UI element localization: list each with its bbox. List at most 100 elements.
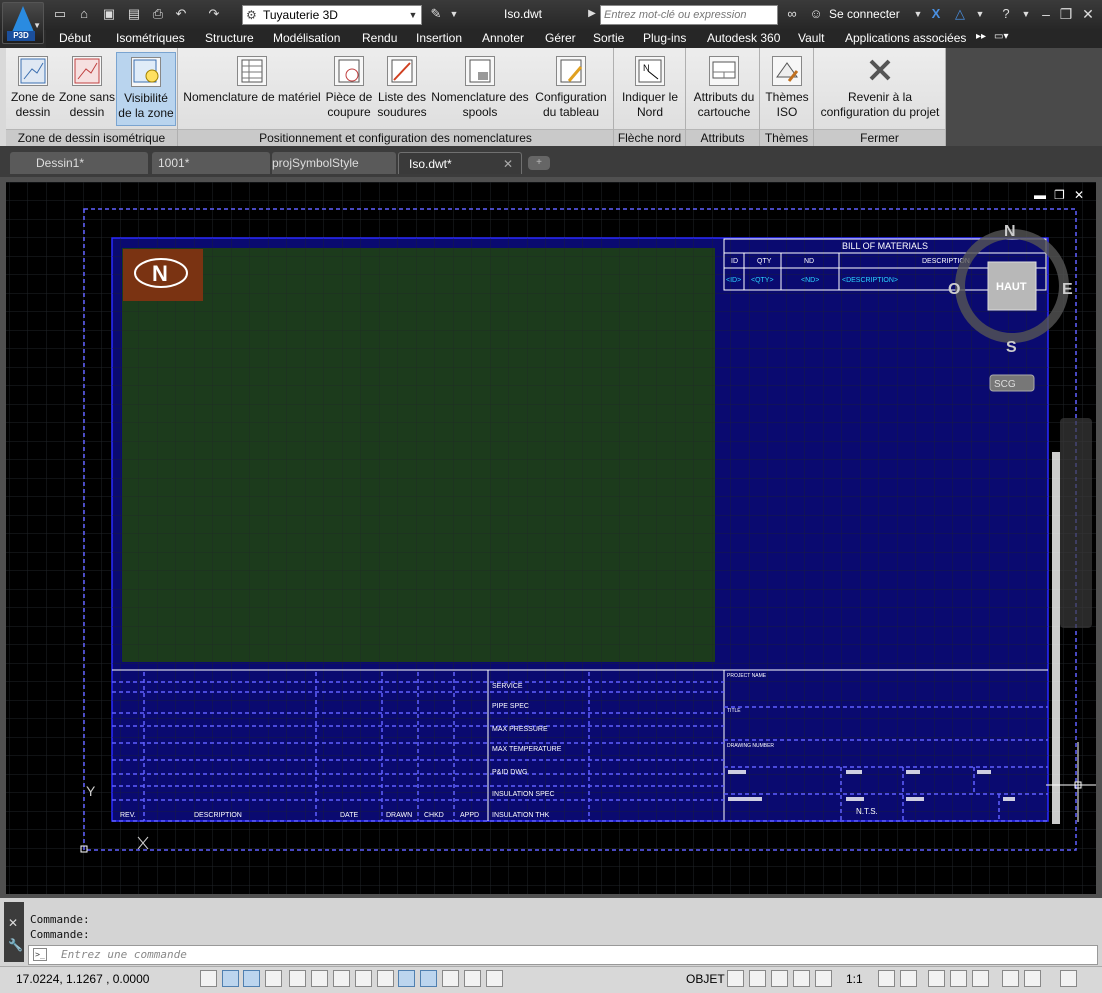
dynamic-ucs-icon[interactable] [377, 970, 394, 987]
quick-view-drawings-icon[interactable] [749, 970, 766, 987]
help-icon[interactable]: ? [998, 6, 1014, 22]
user-icon[interactable]: ☺ [808, 6, 824, 22]
command-input[interactable]: >_ Entrez une commande [28, 945, 1098, 965]
dynamic-input-icon[interactable] [398, 970, 415, 987]
tab-autodesk-360[interactable]: Autodesk 360 [707, 31, 780, 45]
new-file-icon[interactable]: ▭ [52, 6, 68, 22]
binoculars-icon[interactable]: ∞ [784, 6, 800, 22]
lineweight-icon[interactable] [420, 970, 437, 987]
save-as-icon[interactable]: ▤ [126, 6, 142, 22]
hardware-acceleration-icon[interactable] [972, 970, 989, 987]
close-tab-icon[interactable]: ✕ [503, 153, 513, 175]
pan-icon[interactable] [771, 970, 788, 987]
configuration-tableau-button[interactable]: Configuration du tableau [532, 52, 610, 120]
tab-modelisation[interactable]: Modélisation [273, 31, 340, 45]
tab-sortie[interactable]: Sortie [593, 31, 624, 45]
themes-iso-button[interactable]: Thèmes ISO [762, 52, 812, 120]
nomenclature-spools-button[interactable]: Nomenclature des spools [430, 52, 530, 120]
undo-icon[interactable]: ↶ [173, 6, 189, 22]
drawing-canvas[interactable]: N BILL OF MATERIALS ID QTY ND DESCRIPTIO… [6, 182, 1096, 894]
workspace-switch-icon[interactable] [928, 970, 945, 987]
ortho-icon[interactable] [265, 970, 282, 987]
object-snap-tracking-icon[interactable] [355, 970, 372, 987]
zone-de-dessin-button[interactable]: Zone de dessin [8, 52, 58, 120]
chevron-down-icon[interactable]: ▼ [1018, 6, 1034, 22]
tab-structure[interactable]: Structure [205, 31, 254, 45]
grid-icon[interactable] [243, 970, 260, 987]
tab-rendu[interactable]: Rendu [362, 31, 397, 45]
tab-plugins[interactable]: Plug-ins [643, 31, 686, 45]
snap-icon[interactable] [222, 970, 239, 987]
compass-north[interactable]: N [1004, 223, 1016, 240]
compass-east[interactable]: E [1062, 281, 1073, 298]
tab-debut[interactable]: Début [59, 31, 91, 45]
tab-insertion[interactable]: Insertion [416, 31, 462, 45]
liste-soudures-button[interactable]: Liste des soudures [376, 52, 428, 120]
command-line-grip[interactable]: ✕ 🔧 [4, 902, 24, 962]
workspace-select[interactable]: ⚙ Tuyauterie 3D ▼ [242, 5, 422, 25]
close-icon[interactable]: ✕ [1078, 4, 1098, 24]
chevron-down-icon[interactable]: ▼ [972, 6, 988, 22]
redo-icon[interactable]: ↷ [206, 6, 222, 22]
transparency-icon[interactable] [442, 970, 459, 987]
viewcube-face[interactable]: HAUT [996, 281, 1027, 293]
file-tab[interactable]: projSymbolStyle [272, 152, 396, 174]
annotation-visibility-icon[interactable] [878, 970, 895, 987]
indiquer-nord-button[interactable]: N Indiquer le Nord [618, 52, 682, 120]
zoom-icon[interactable] [793, 970, 810, 987]
wcs-menu[interactable]: SCG [994, 379, 1016, 390]
viewport-minimize-icon[interactable]: ▬ [1034, 188, 1046, 202]
save-icon[interactable]: ▣ [101, 6, 117, 22]
expand-search-icon[interactable]: ▶ [584, 6, 600, 22]
match-properties-icon[interactable]: ✎ [428, 6, 444, 22]
model-space-toggle[interactable]: OBJET [686, 972, 725, 986]
annotation-scale[interactable]: 1:1 [846, 972, 863, 986]
file-tab-active[interactable]: Iso.dwt* ✕ [398, 152, 522, 174]
viewport-close-icon[interactable]: ✕ [1074, 188, 1084, 202]
viewport-restore-icon[interactable]: ❐ [1054, 188, 1065, 202]
auto-scale-icon[interactable] [900, 970, 917, 987]
restore-icon[interactable]: ❐ [1056, 4, 1076, 24]
file-tab[interactable]: Dessin1* [10, 152, 148, 174]
new-tab-button[interactable]: + [528, 156, 550, 170]
attributs-cartouche-button[interactable]: Attributs du cartouche [690, 52, 758, 120]
print-icon[interactable]: ⎙ [150, 6, 166, 22]
lightbulb-icon[interactable] [1024, 970, 1041, 987]
exchange-icon[interactable]: X [928, 6, 944, 22]
showmotion-icon[interactable] [815, 970, 832, 987]
clean-screen-icon[interactable] [1060, 970, 1077, 987]
tab-gerer[interactable]: Gérer [545, 31, 576, 45]
ribbon-toggle-icon[interactable]: ▭▾ [994, 31, 1008, 42]
tab-vault[interactable]: Vault [798, 31, 824, 45]
tab-annoter[interactable]: Annoter [482, 31, 524, 45]
isolate-objects-icon[interactable] [1002, 970, 1019, 987]
file-tab[interactable]: 1001* [152, 152, 270, 174]
compass-west[interactable]: O [948, 281, 960, 298]
polar-icon[interactable] [289, 970, 306, 987]
3d-osnap-icon[interactable] [311, 970, 328, 987]
quick-properties-icon[interactable] [464, 970, 481, 987]
visibilite-zone-button[interactable]: Visibilité de la zone [116, 52, 176, 126]
navigation-bar[interactable] [1060, 418, 1092, 628]
minimize-icon[interactable]: – [1036, 4, 1056, 24]
infer-constraints-icon[interactable] [200, 970, 217, 987]
lock-icon[interactable] [950, 970, 967, 987]
signin-link[interactable]: Se connecter [829, 7, 900, 21]
tab-isometriques[interactable]: Isométriques [116, 31, 185, 45]
chevron-down-icon[interactable]: ▼ [910, 6, 926, 22]
selection-cycling-icon[interactable] [486, 970, 503, 987]
tab-applications-associees[interactable]: Applications associées [845, 31, 966, 45]
zone-sans-dessin-button[interactable]: Zone sans dessin [58, 52, 116, 120]
a360-icon[interactable]: △ [952, 6, 968, 22]
search-input[interactable]: Entrez mot-clé ou expression [600, 5, 778, 25]
close-icon[interactable]: ✕ [8, 916, 18, 930]
quick-view-layouts-icon[interactable] [727, 970, 744, 987]
open-folder-icon[interactable]: ⌂ [76, 6, 92, 22]
piece-de-coupure-button[interactable]: Pièce de coupure [324, 52, 374, 120]
nomenclature-materiel-button[interactable]: Nomenclature de matériel [182, 52, 322, 105]
wrench-icon[interactable]: 🔧 [8, 938, 23, 952]
compass-south[interactable]: S [1006, 339, 1017, 356]
object-snap-icon[interactable] [333, 970, 350, 987]
more-tabs-icon[interactable]: ▸▸ [976, 31, 986, 42]
revenir-configuration-button[interactable]: Revenir à la configuration du projet [816, 52, 944, 120]
